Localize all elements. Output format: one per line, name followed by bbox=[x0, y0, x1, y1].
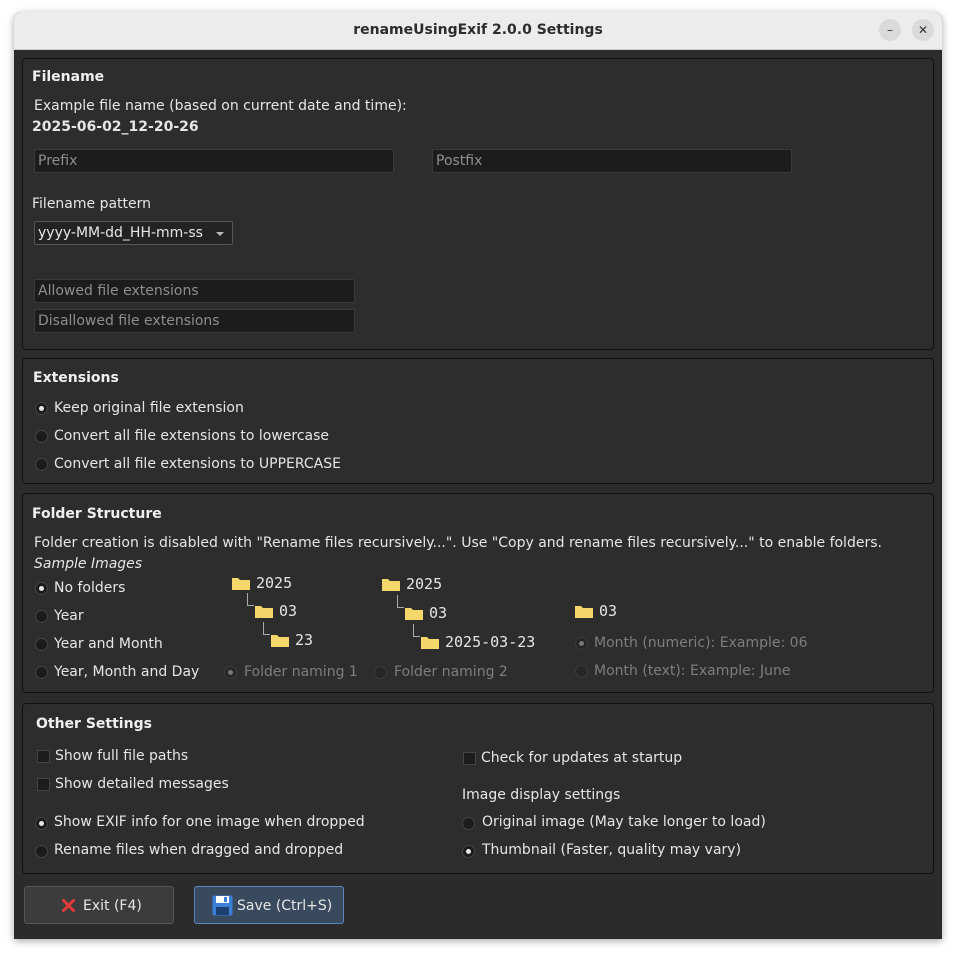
naming1-year: 2025 bbox=[256, 574, 293, 592]
filename-group: Filename Example file name (based on cur… bbox=[22, 58, 934, 350]
lowercase-label: Convert all file extensions to lowercase bbox=[54, 428, 330, 444]
folder-icon bbox=[405, 608, 423, 620]
minimize-icon: – bbox=[887, 23, 893, 37]
rename-dragged-radio[interactable] bbox=[35, 845, 48, 858]
pattern-select[interactable]: yyyy-MM-dd_HH-mm-ss bbox=[34, 221, 233, 245]
naming2-month: 03 bbox=[429, 604, 448, 622]
check-updates-label: Check for updates at startup bbox=[481, 750, 683, 766]
disallowed-extensions-input[interactable]: Disallowed file extensions bbox=[34, 309, 355, 333]
chevron-down-icon bbox=[216, 232, 224, 236]
folder-icon bbox=[271, 635, 289, 647]
folder-icon bbox=[575, 606, 593, 618]
show-detailed-checkbox[interactable] bbox=[37, 778, 50, 791]
tree-connector bbox=[247, 593, 254, 606]
folder-structure-group: Folder Structure Folder creation is disa… bbox=[22, 493, 934, 693]
folder-structure-title: Folder Structure bbox=[32, 506, 162, 522]
check-updates-checkbox[interactable] bbox=[463, 752, 476, 765]
pattern-value: yyyy-MM-dd_HH-mm-ss bbox=[38, 225, 203, 241]
tree-connector bbox=[397, 595, 404, 608]
folder-naming-2-radio[interactable] bbox=[374, 666, 387, 679]
folder-notice: Folder creation is disabled with "Rename… bbox=[34, 535, 882, 551]
example-label: Example file name (based on current date… bbox=[34, 98, 407, 114]
close-window-button[interactable]: ✕ bbox=[912, 19, 934, 41]
show-full-paths-checkbox[interactable] bbox=[37, 750, 50, 763]
save-button[interactable]: Save (Ctrl+S) bbox=[194, 886, 344, 924]
folder-naming-1-label: Folder naming 1 bbox=[244, 664, 358, 680]
month-numeric-radio[interactable] bbox=[575, 637, 588, 650]
year-label: Year bbox=[54, 608, 84, 624]
postfix-input[interactable]: Postfix bbox=[432, 149, 792, 173]
year-radio[interactable] bbox=[35, 610, 48, 623]
year-month-day-label: Year, Month and Day bbox=[54, 664, 200, 680]
rename-dragged-label: Rename files when dragged and dropped bbox=[54, 842, 344, 858]
month-text-radio[interactable] bbox=[575, 665, 588, 678]
naming1-day: 23 bbox=[295, 631, 314, 649]
naming1-month: 03 bbox=[279, 602, 298, 620]
month-folder: 03 bbox=[599, 602, 618, 620]
folder-icon bbox=[421, 637, 439, 649]
title-bar: renameUsingExif 2.0.0 Settings – ✕ bbox=[14, 12, 942, 50]
prefix-input[interactable]: Prefix bbox=[34, 149, 394, 173]
settings-window: renameUsingExif 2.0.0 Settings – ✕ Filen… bbox=[14, 12, 942, 939]
year-month-label: Year and Month bbox=[54, 636, 163, 652]
folder-naming-1-radio[interactable] bbox=[224, 666, 237, 679]
example-value: 2025-06-02_12-20-26 bbox=[32, 119, 199, 135]
folder-naming-2-label: Folder naming 2 bbox=[394, 664, 508, 680]
month-numeric-label: Month (numeric): Example: 06 bbox=[594, 635, 808, 651]
keep-original-radio[interactable] bbox=[35, 402, 48, 415]
floppy-disk-icon bbox=[212, 895, 233, 916]
image-display-label: Image display settings bbox=[462, 787, 621, 803]
naming2-year: 2025 bbox=[406, 575, 443, 593]
year-month-radio[interactable] bbox=[35, 638, 48, 651]
exit-button[interactable]: Exit (F4) bbox=[24, 886, 174, 924]
uppercase-label: Convert all file extensions to UPPERCASE bbox=[54, 456, 341, 472]
pattern-label: Filename pattern bbox=[32, 196, 152, 212]
month-text-label: Month (text): Example: June bbox=[594, 663, 791, 679]
minimize-button[interactable]: – bbox=[879, 19, 901, 41]
no-folders-radio[interactable] bbox=[35, 582, 48, 595]
naming2-day: 2025-03-23 bbox=[445, 633, 536, 651]
keep-original-label: Keep original file extension bbox=[54, 400, 244, 416]
folder-icon bbox=[232, 578, 250, 590]
filename-title: Filename bbox=[32, 69, 105, 85]
no-folders-label: No folders bbox=[54, 580, 126, 596]
other-settings-group: Other Settings Show full file paths Show… bbox=[22, 703, 934, 874]
original-image-radio[interactable] bbox=[462, 817, 475, 830]
other-settings-title: Other Settings bbox=[36, 716, 152, 732]
lowercase-radio[interactable] bbox=[35, 430, 48, 443]
show-full-paths-label: Show full file paths bbox=[55, 748, 189, 764]
tree-connector bbox=[263, 622, 270, 635]
allowed-extensions-input[interactable]: Allowed file extensions bbox=[34, 279, 355, 303]
show-exif-radio[interactable] bbox=[35, 817, 48, 830]
uppercase-radio[interactable] bbox=[35, 458, 48, 471]
close-icon bbox=[62, 899, 75, 912]
sample-images-label: Sample Images bbox=[34, 556, 143, 572]
save-label: Save (Ctrl+S) bbox=[237, 898, 333, 914]
thumbnail-radio[interactable] bbox=[462, 845, 475, 858]
extensions-title: Extensions bbox=[33, 370, 119, 386]
exit-label: Exit (F4) bbox=[83, 898, 142, 914]
folder-icon bbox=[382, 579, 400, 591]
thumbnail-label: Thumbnail (Faster, quality may vary) bbox=[482, 842, 742, 858]
tree-connector bbox=[413, 624, 420, 637]
year-month-day-radio[interactable] bbox=[35, 666, 48, 679]
original-image-label: Original image (May take longer to load) bbox=[482, 814, 766, 830]
folder-icon bbox=[255, 606, 273, 618]
extensions-group: Extensions Keep original file extension … bbox=[22, 358, 934, 484]
close-icon: ✕ bbox=[917, 23, 929, 37]
show-detailed-label: Show detailed messages bbox=[55, 776, 229, 792]
window-title: renameUsingExif 2.0.0 Settings bbox=[353, 22, 603, 38]
show-exif-label: Show EXIF info for one image when droppe… bbox=[54, 814, 365, 830]
